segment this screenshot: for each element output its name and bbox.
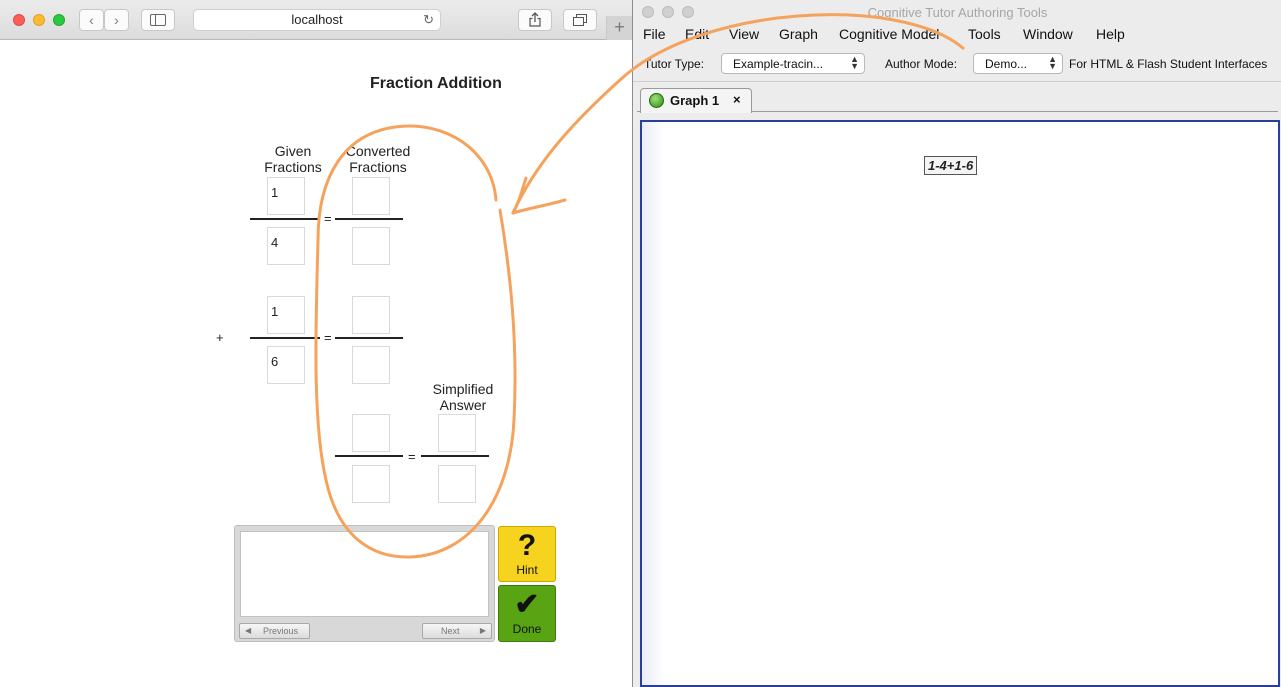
interface-note: For HTML & Flash Student Interfaces <box>1069 57 1268 71</box>
simplified-denominator[interactable] <box>438 465 476 503</box>
hint-message-panel: ◀ Previous Next ▶ <box>234 525 495 642</box>
share-icon <box>529 12 541 27</box>
forward-button[interactable]: › <box>104 9 129 31</box>
header-line: Given <box>274 143 312 159</box>
given-denominator-1[interactable]: 4 <box>267 227 305 265</box>
graph-tab-strip: Graph 1 × <box>637 82 1278 113</box>
fraction-bar <box>335 455 403 457</box>
hint-label: Hint <box>516 563 538 577</box>
ctat-titlebar: Cognitive Tutor Authoring Tools <box>633 0 1281 24</box>
converted-fractions-header: Converted Fractions <box>340 143 416 175</box>
fraction-bar <box>421 455 489 457</box>
question-mark-icon: ? <box>517 529 537 562</box>
chevron-right-icon: › <box>114 12 119 28</box>
minimize-window-button[interactable] <box>33 14 45 26</box>
previous-button[interactable]: ◀ Previous <box>239 623 310 639</box>
fraction-bar <box>335 218 403 220</box>
given-denominator-2[interactable]: 6 <box>267 346 305 384</box>
plus-sign: + <box>216 330 224 345</box>
updown-arrows-icon: ▲ ▼ <box>850 54 859 71</box>
menu-tools[interactable]: Tools <box>968 26 1001 42</box>
author-mode-select[interactable]: Demo... ▲ ▼ <box>973 53 1063 74</box>
address-bar[interactable]: localhost ↻ <box>193 9 441 31</box>
address-text: localhost <box>291 12 343 27</box>
equals-sign: = <box>324 330 332 345</box>
menu-bar: File Edit View Graph Cognitive Model Too… <box>633 24 1281 46</box>
share-button[interactable] <box>518 9 552 31</box>
menu-edit[interactable]: Edit <box>685 26 709 42</box>
header-line: Fractions <box>264 159 322 175</box>
ctat-toolbar: Tutor Type: Example-tracin... ▲ ▼ Author … <box>633 46 1281 82</box>
equals-sign: = <box>324 211 332 226</box>
header-line: Fractions <box>349 159 407 175</box>
graph-icon <box>649 93 664 108</box>
hint-message-area <box>240 531 489 617</box>
next-label: Next <box>441 626 460 636</box>
tab-label: Graph 1 <box>670 93 720 108</box>
behavior-graph-canvas[interactable]: 1-4+1-6 <box>640 120 1280 687</box>
fraction-bar <box>250 337 320 339</box>
done-label: Done <box>512 622 542 636</box>
tabs-overview-button[interactable] <box>563 9 597 31</box>
next-button[interactable]: Next ▶ <box>422 623 492 639</box>
zoom-window-button[interactable] <box>53 14 65 26</box>
start-state-node[interactable]: 1-4+1-6 <box>924 156 978 175</box>
given-fractions-header: Given Fractions <box>258 143 328 175</box>
reload-icon[interactable]: ↻ <box>423 10 434 30</box>
browser-toolbar: ‹ › localhost ↻ + <box>0 0 632 40</box>
simplified-answer-header: Simplified Answer <box>426 381 500 413</box>
converted-denominator-1[interactable] <box>352 227 390 265</box>
converted-denominator-2[interactable] <box>352 346 390 384</box>
converted-numerator-2[interactable] <box>352 296 390 334</box>
author-mode-label: Author Mode: <box>885 57 958 71</box>
sidebar-icon <box>150 14 166 26</box>
checkmark-icon: ✔ <box>514 588 540 621</box>
window-title: Cognitive Tutor Authoring Tools <box>867 5 1048 20</box>
tutor-type-select[interactable]: Example-tracin... ▲ ▼ <box>721 53 865 74</box>
sum-numerator[interactable] <box>352 414 390 452</box>
tab-graph-1[interactable]: Graph 1 × <box>640 88 752 113</box>
screen: ‹ › localhost ↻ + Fraction Addition Give… <box>0 0 1281 687</box>
tabs-icon <box>573 14 587 26</box>
menu-cognitive-model[interactable]: Cognitive Model <box>839 26 939 42</box>
menu-help[interactable]: Help <box>1096 26 1125 42</box>
menu-file[interactable]: File <box>643 26 666 42</box>
sum-denominator[interactable] <box>352 465 390 503</box>
new-tab-button[interactable]: + <box>606 16 632 40</box>
menu-view[interactable]: View <box>729 26 759 42</box>
tutor-type-value: Example-tracin... <box>733 57 824 71</box>
updown-arrows-icon: ▲ ▼ <box>1048 54 1057 71</box>
header-line: Answer <box>439 397 487 413</box>
page-title: Fraction Addition <box>370 75 502 92</box>
hint-button[interactable]: ? Hint <box>498 526 556 582</box>
header-line: Converted <box>345 143 411 159</box>
triangle-right-icon: ▶ <box>479 626 486 635</box>
given-numerator-1[interactable]: 1 <box>267 177 305 215</box>
fraction-bar <box>250 218 320 220</box>
equals-sign: = <box>408 449 416 464</box>
ctat-window: Cognitive Tutor Authoring Tools File Edi… <box>632 0 1281 687</box>
previous-label: Previous <box>263 626 299 636</box>
chevron-left-icon: ‹ <box>89 12 94 28</box>
done-button[interactable]: ✔ Done <box>498 585 556 642</box>
author-mode-value: Demo... <box>985 57 1028 71</box>
sidebar-toggle-button[interactable] <box>141 9 175 31</box>
canvas-edge <box>642 122 664 685</box>
close-icon[interactable]: × <box>733 92 741 107</box>
converted-numerator-1[interactable] <box>352 177 390 215</box>
header-line: Simplified <box>432 381 494 397</box>
simplified-numerator[interactable] <box>438 414 476 452</box>
given-numerator-2[interactable]: 1 <box>267 296 305 334</box>
menu-graph[interactable]: Graph <box>779 26 818 42</box>
triangle-left-icon: ◀ <box>245 626 252 635</box>
back-button[interactable]: ‹ <box>79 9 104 31</box>
menu-window[interactable]: Window <box>1023 26 1073 42</box>
tutor-type-label: Tutor Type: <box>644 57 705 71</box>
close-window-button[interactable] <box>13 14 25 26</box>
browser-window: ‹ › localhost ↻ + Fraction Addition Give… <box>0 0 632 687</box>
fraction-bar <box>335 337 403 339</box>
